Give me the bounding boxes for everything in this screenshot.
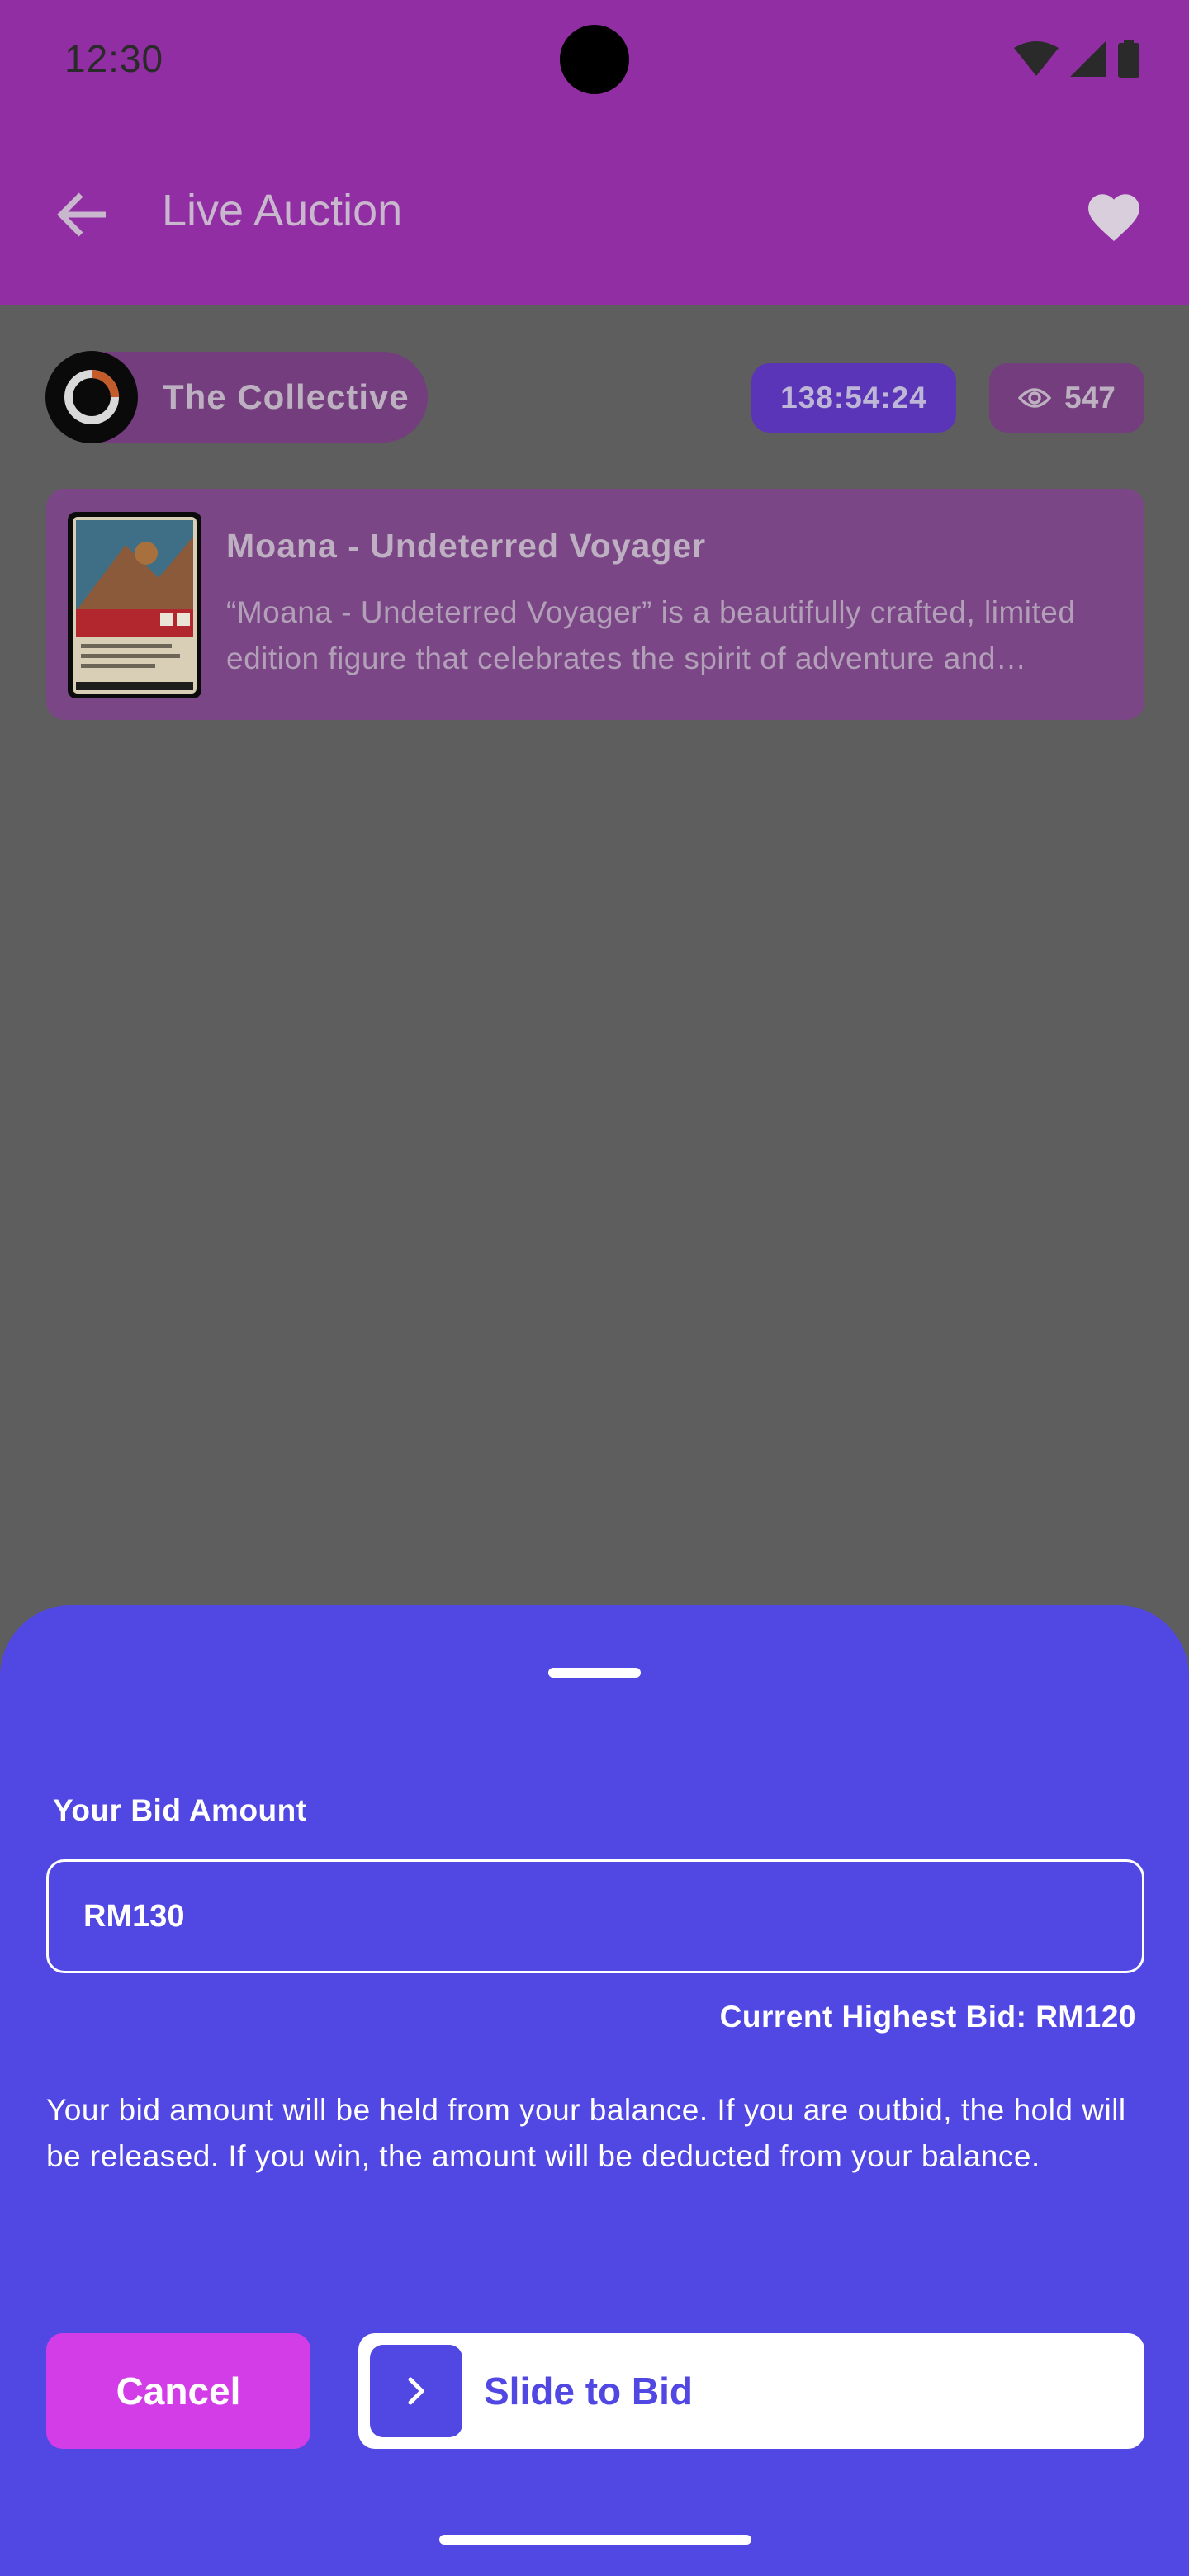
slide-to-bid-label: Slide to Bid: [484, 2370, 693, 2413]
current-highest-bid: Current Highest Bid: RM120: [719, 2000, 1136, 2034]
slide-to-bid[interactable]: Slide to Bid: [358, 2333, 1144, 2449]
status-bar: 12:30: [0, 0, 1189, 124]
seller-chip[interactable]: The Collective: [45, 351, 428, 443]
product-image: [68, 512, 201, 698]
arrow-left-icon: [57, 192, 106, 237]
product-title: Moana - Undeterred Voyager: [226, 527, 707, 565]
eye-icon: [1018, 388, 1052, 408]
drag-handle[interactable]: [548, 1668, 641, 1678]
viewers-badge: 547: [989, 363, 1144, 433]
status-icons: [1014, 38, 1139, 79]
page-title: Live Auction: [162, 186, 403, 235]
chevron-right-icon: [408, 2377, 424, 2405]
wifi-icon: [1014, 41, 1059, 76]
heart-icon: [1088, 194, 1139, 241]
slide-handle[interactable]: [370, 2345, 462, 2437]
bid-hold-notice: Your bid amount will be held from your b…: [46, 2093, 1126, 2173]
product-description: “Moana - Undeterred Voyager” is a beauti…: [226, 595, 1076, 675]
back-button[interactable]: [41, 173, 124, 256]
seller-logo-icon: [64, 370, 119, 424]
bid-amount-input[interactable]: [46, 1859, 1144, 1973]
app-bar: Live Auction: [0, 124, 1189, 305]
bid-amount-label: Your Bid Amount: [53, 1793, 307, 1827]
signal-icon: [1070, 40, 1106, 77]
countdown-badge: 138:54:24: [751, 363, 956, 433]
bid-bottom-sheet: Your Bid Amount Current Highest Bid: RM1…: [0, 1605, 1189, 2576]
favorite-button[interactable]: [1068, 173, 1159, 256]
viewer-count: 547: [1064, 381, 1116, 414]
gesture-nav-bar[interactable]: [439, 2535, 751, 2545]
camera-cutout: [560, 25, 629, 94]
battery-icon: [1118, 40, 1139, 78]
seller-name: The Collective: [163, 377, 410, 416]
cancel-button[interactable]: Cancel: [46, 2333, 310, 2449]
product-card[interactable]: Moana - Undeterred Voyager “Moana - Unde…: [46, 489, 1144, 720]
status-time: 12:30: [64, 37, 164, 80]
trading-card-image: [73, 517, 197, 694]
avatar: [45, 351, 138, 443]
